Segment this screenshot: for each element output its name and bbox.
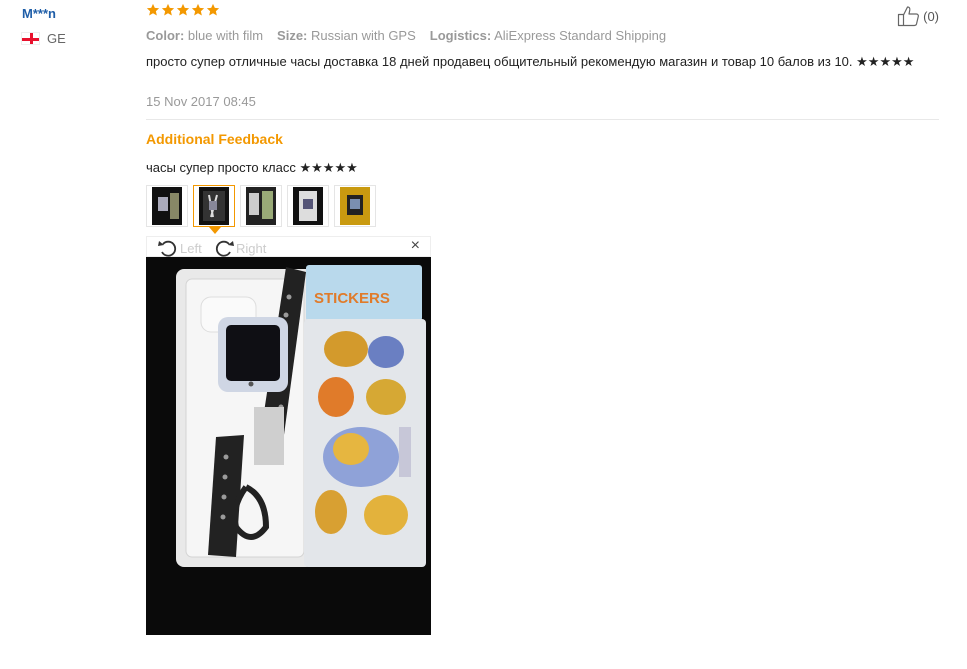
rotate-right-label[interactable]: Right (236, 241, 266, 256)
logistics-label: Logistics: (429, 28, 492, 43)
country-code: GE (47, 31, 66, 46)
review-date: 15 Nov 2017 08:45 (146, 94, 256, 109)
photo-thumbnail[interactable] (287, 185, 329, 227)
star-icon (176, 3, 190, 16)
close-viewer-icon[interactable]: × (411, 237, 420, 255)
georgia-flag-icon (21, 32, 40, 45)
reviewer-country: GE (21, 31, 66, 46)
rotate-left-icon[interactable] (157, 238, 179, 258)
rotate-left-button[interactable]: Left (157, 238, 202, 258)
review-photo-image: STICKERS (146, 257, 431, 635)
rotate-right-button[interactable]: Right (213, 238, 266, 258)
size-value: Russian with GPS (311, 28, 416, 43)
photo-thumbnail[interactable] (146, 185, 188, 227)
star-icon (161, 3, 175, 16)
order-meta: Color: blue with film Size: Russian with… (146, 28, 666, 43)
photo-thumbnail[interactable] (240, 185, 282, 227)
review-photo: STICKERS (146, 257, 431, 635)
color-attribute: Color: blue with film (146, 28, 263, 43)
star-rating (146, 3, 220, 17)
rotate-left-label[interactable]: Left (180, 241, 202, 256)
star-icon (206, 3, 220, 16)
size-attribute: Size: Russian with GPS (277, 28, 416, 43)
review-text: просто супер отличные часы доставка 18 д… (146, 54, 915, 69)
rotate-right-icon[interactable] (213, 238, 235, 258)
star-icon (146, 3, 160, 16)
photo-thumbnail-active[interactable] (193, 185, 235, 234)
photo-thumbnails (146, 185, 376, 234)
logistics-value: AliExpress Standard Shipping (494, 28, 667, 43)
star-icon (191, 3, 205, 16)
divider (146, 119, 939, 120)
photo-thumbnail[interactable] (334, 185, 376, 227)
size-label: Size: (277, 28, 308, 43)
additional-feedback-title: Additional Feedback (146, 131, 283, 147)
photo-viewer-toolbar: Left Right × (146, 236, 431, 257)
helpful-count: (0) (923, 8, 939, 24)
reviewer-name[interactable]: M***n (22, 6, 56, 21)
color-value: blue with film (187, 28, 264, 43)
color-label: Color: (146, 28, 185, 43)
logistics-attribute: Logistics: AliExpress Standard Shipping (430, 28, 666, 43)
svg-text:STICKERS: STICKERS (314, 290, 390, 307)
additional-feedback-text: часы супер просто класс ★★★★★ (146, 160, 358, 175)
thumbs-up-icon[interactable] (897, 5, 921, 27)
helpful-button[interactable]: (0) (897, 5, 939, 27)
